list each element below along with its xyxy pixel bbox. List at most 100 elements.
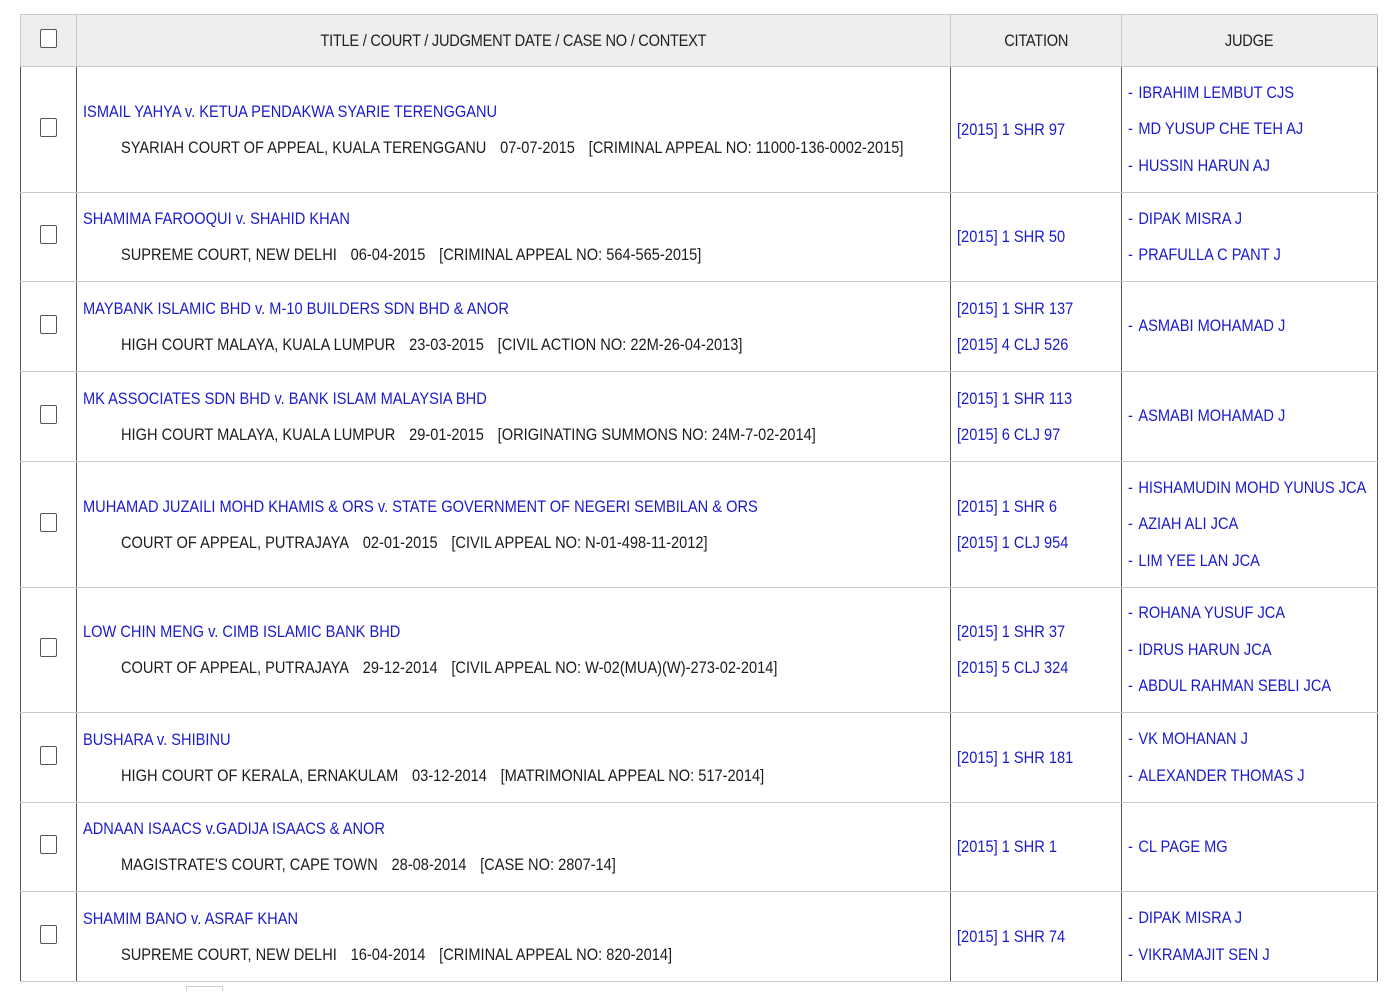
case-row: ISMAIL YAHYA v. KETUA PENDAKWA SYARIE TE… — [20, 66, 1378, 193]
case-meta: HIGH COURT MALAYA, KUALA LUMPUR 23-03-201… — [83, 327, 950, 363]
row-select-checkbox[interactable] — [40, 225, 57, 244]
court-name: MAGISTRATE'S COURT, CAPE TOWN — [121, 855, 378, 874]
court-name: HIGH COURT MALAYA, KUALA LUMPUR — [121, 424, 396, 444]
case-title-link[interactable]: MUHAMAD JUZAILI MOHD KHAMIS & ORS v. STA… — [83, 489, 950, 525]
case-title-text: ADNAAN ISAACS v.GADIJA ISAACS & ANOR — [83, 819, 385, 838]
case-title-link[interactable]: LOW CHIN MENG v. CIMB ISLAMIC BANK BHD — [83, 614, 950, 650]
case-number: [CRIMINAL APPEAL NO: 11000-136-0002-2015… — [588, 137, 904, 157]
case-number: [CRIMINAL APPEAL NO: 820-2014] — [439, 944, 673, 964]
judge-cell: - DIPAK MISRA J - VIKRAMAJIT SEN J — [1121, 891, 1378, 982]
row-select-cell — [20, 66, 77, 193]
citation-link[interactable]: [2015] 1 SHR 50 — [957, 219, 1121, 255]
case-title-text: MUHAMAD JUZAILI MOHD KHAMIS & ORS v. STA… — [83, 496, 758, 516]
judge-link[interactable]: - IDRUS HARUN JCA — [1128, 632, 1377, 669]
select-all-checkbox[interactable] — [40, 28, 57, 48]
row-select-checkbox[interactable] — [40, 314, 57, 334]
judgment-date: 23-03-2015 — [409, 334, 484, 354]
row-select-checkbox[interactable] — [40, 404, 57, 424]
case-title-link[interactable]: MK ASSOCIATES SDN BHD v. BANK ISLAM MALA… — [83, 381, 950, 417]
case-title-text: BUSHARA v. SHIBINU — [83, 729, 231, 749]
judge-link[interactable]: - PRAFULLA C PANT J — [1128, 237, 1377, 274]
judge-link[interactable]: - CL PAGE MG — [1128, 829, 1377, 866]
case-results-table: TITLE / COURT / JUDGMENT DATE / CASE NO … — [20, 14, 1378, 982]
case-meta: COURT OF APPEAL, PUTRAJAYA 02-01-2015 [CIV… — [83, 525, 950, 561]
judge-link[interactable]: - VIKRAMAJIT SEN J — [1128, 937, 1377, 974]
case-title-link[interactable]: BUSHARA v. SHIBINU — [83, 722, 950, 758]
citation-link[interactable]: [2015] 1 SHR 6 — [957, 489, 1121, 525]
citation-cell: [2015] 1 SHR 1 — [950, 802, 1122, 892]
citation-link[interactable]: [2015] 1 SHR 137 — [957, 291, 1121, 327]
citation-link[interactable]: [2015] 6 CLJ 97 — [957, 417, 1121, 453]
judge-link[interactable]: - ASMABI MOHAMAD J — [1128, 398, 1377, 435]
case-meta: HIGH COURT MALAYA, KUALA LUMPUR 29-01-201… — [83, 417, 950, 453]
judge-column-header-label: JUDGE — [1225, 30, 1274, 50]
judge-link[interactable]: - ROHANA YUSUF JCA — [1128, 595, 1377, 632]
case-details-cell: ADNAAN ISAACS v.GADIJA ISAACS & ANOR MAGI… — [76, 802, 951, 892]
judge-column-header: JUDGE — [1121, 14, 1378, 67]
citation-link[interactable]: [2015] 5 CLJ 324 — [957, 650, 1121, 686]
citation-link[interactable]: [2015] 1 SHR 113 — [957, 381, 1121, 417]
case-title-text: SHAMIM BANO v. ASRAF KHAN — [83, 908, 299, 928]
case-row: SHAMIMA FAROOQUI v. SHAHID KHAN SUPREME C… — [20, 192, 1378, 282]
judge-link[interactable]: - MD YUSUP CHE TEH AJ — [1128, 111, 1377, 148]
judge-link[interactable]: - ALEXANDER THOMAS J — [1128, 758, 1377, 795]
judge-link[interactable]: - ABDUL RAHMAN SEBLI JCA — [1128, 668, 1377, 705]
judge-cell: - HISHAMUDIN MOHD YUNUS JCA - AZIAH ALI JCA… — [1121, 461, 1378, 588]
case-details-cell: SHAMIM BANO v. ASRAF KHAN SUPREME COURT, … — [76, 891, 951, 982]
judge-link[interactable]: - LIM YEE LAN JCA — [1128, 543, 1377, 580]
judge-cell: - CL PAGE MG — [1121, 802, 1378, 892]
judge-cell: - DIPAK MISRA J - PRAFULLA C PANT J — [1121, 192, 1378, 282]
case-title-link[interactable]: SHAMIM BANO v. ASRAF KHAN — [83, 901, 950, 937]
judge-link[interactable]: - HUSSIN HARUN AJ — [1128, 148, 1377, 185]
citation-cell: [2015] 1 SHR 137 [2015] 4 CLJ 526 — [950, 281, 1122, 372]
citation-link[interactable]: [2015] 1 SHR 181 — [957, 740, 1121, 776]
judgment-date: 06-04-2015 — [350, 245, 426, 264]
citation-column-header: CITATION — [950, 14, 1122, 67]
court-name: SUPREME COURT, NEW DELHI — [121, 245, 337, 264]
row-select-checkbox[interactable] — [40, 638, 57, 657]
row-select-checkbox[interactable] — [40, 117, 57, 137]
citation-link[interactable]: [2015] 1 CLJ 954 — [957, 525, 1121, 561]
judge-link[interactable]: - AZIAH ALI JCA — [1128, 506, 1377, 543]
case-number: [MATRIMONIAL APPEAL NO: 517-2014] — [500, 765, 765, 785]
judgment-date: 28-08-2014 — [391, 855, 467, 874]
judge-link[interactable]: - VK MOHANAN J — [1128, 721, 1377, 758]
case-row: ADNAAN ISAACS v.GADIJA ISAACS & ANOR MAGI… — [20, 802, 1378, 892]
row-select-checkbox[interactable] — [40, 835, 57, 854]
citation-link[interactable]: [2015] 4 CLJ 526 — [957, 327, 1121, 363]
case-meta: SUPREME COURT, NEW DELHI 16-04-2014 [CRIMI… — [83, 937, 950, 973]
citation-link[interactable]: [2015] 1 SHR 97 — [957, 112, 1121, 148]
judge-link[interactable]: - HISHAMUDIN MOHD YUNUS JCA — [1128, 470, 1377, 507]
case-row: BUSHARA v. SHIBINU HIGH COURT OF KERALA, … — [20, 712, 1378, 803]
case-row: SHAMIM BANO v. ASRAF KHAN SUPREME COURT, … — [20, 891, 1378, 982]
judge-link[interactable]: - ASMABI MOHAMAD J — [1128, 308, 1377, 345]
row-select-checkbox[interactable] — [40, 745, 57, 765]
judgment-date: 16-04-2014 — [350, 944, 426, 964]
pagination-control[interactable] — [186, 986, 223, 991]
row-select-cell — [20, 371, 77, 462]
court-name: COURT OF APPEAL, PUTRAJAYA — [121, 658, 350, 677]
judgment-date: 03-12-2014 — [412, 765, 487, 785]
case-number: [CIVIL APPEAL NO: N-01-498-11-2012] — [451, 532, 708, 552]
case-title-link[interactable]: MAYBANK ISLAMIC BHD v. M-10 BUILDERS SDN… — [83, 291, 950, 327]
case-title-link[interactable]: ADNAAN ISAACS v.GADIJA ISAACS & ANOR — [83, 811, 950, 847]
judgment-date: 29-12-2014 — [362, 658, 438, 677]
case-title-link[interactable]: SHAMIMA FAROOQUI v. SHAHID KHAN — [83, 201, 950, 237]
citation-link[interactable]: [2015] 1 SHR 74 — [957, 919, 1121, 955]
judge-link[interactable]: - DIPAK MISRA J — [1128, 201, 1377, 238]
case-number: [ORIGINATING SUMMONS NO: 24M-7-02-2014] — [497, 424, 816, 444]
row-select-cell — [20, 891, 77, 982]
case-meta: COURT OF APPEAL, PUTRAJAYA 29-12-2014 [CIV… — [83, 650, 950, 686]
judge-link[interactable]: - DIPAK MISRA J — [1128, 900, 1377, 937]
case-title-text: MAYBANK ISLAMIC BHD v. M-10 BUILDERS SDN… — [83, 298, 509, 318]
judge-cell: - VK MOHANAN J - ALEXANDER THOMAS J — [1121, 712, 1378, 803]
row-select-checkbox[interactable] — [40, 512, 57, 532]
case-meta: SYARIAH COURT OF APPEAL, KUALA TERENGGAN… — [83, 130, 950, 166]
citation-cell: [2015] 1 SHR 6 [2015] 1 CLJ 954 — [950, 461, 1122, 588]
row-select-checkbox[interactable] — [40, 924, 57, 944]
case-meta: SUPREME COURT, NEW DELHI 06-04-2015 [CRIMI… — [83, 237, 950, 273]
citation-link[interactable]: [2015] 1 SHR 1 — [957, 829, 1121, 865]
judge-link[interactable]: - IBRAHIM LEMBUT CJS — [1128, 75, 1377, 112]
case-title-link[interactable]: ISMAIL YAHYA v. KETUA PENDAKWA SYARIE TE… — [83, 94, 950, 130]
citation-link[interactable]: [2015] 1 SHR 37 — [957, 614, 1121, 650]
